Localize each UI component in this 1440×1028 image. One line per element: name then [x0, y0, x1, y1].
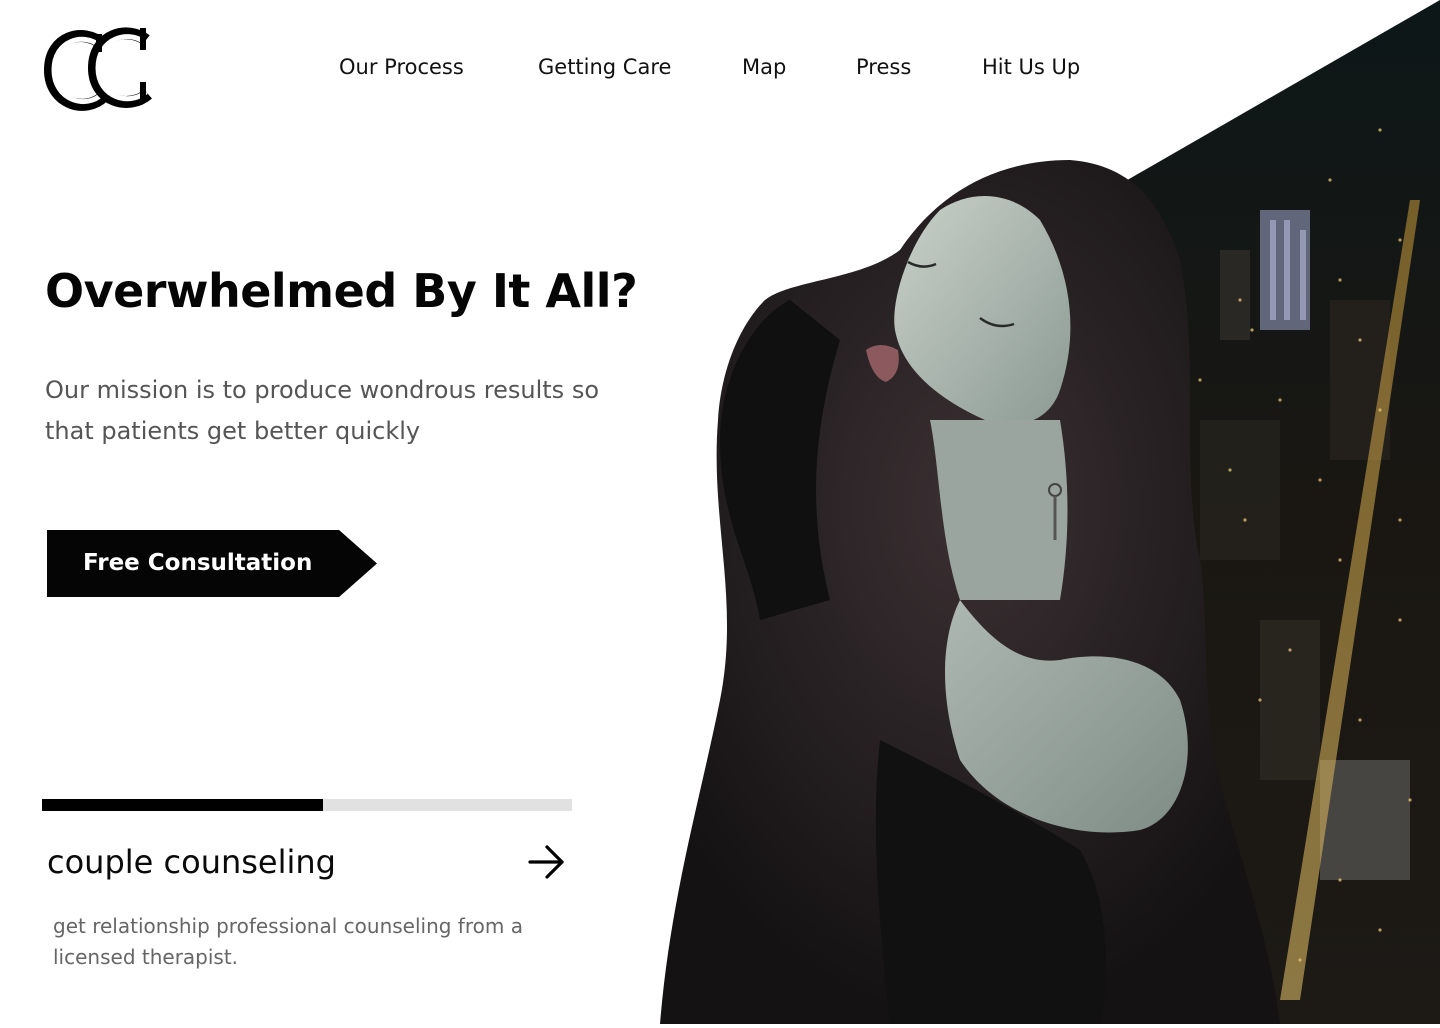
- service-title: couple counseling: [47, 843, 336, 881]
- hero-image: [640, 0, 1440, 1024]
- slider-progress-fill: [42, 799, 323, 811]
- service-description: get relationship professional counseling…: [53, 914, 523, 969]
- slider-progress-track: [42, 799, 572, 811]
- arrow-right-icon: [528, 845, 564, 879]
- free-consultation-button[interactable]: Free Consultation: [47, 530, 377, 597]
- nav-link-our-process[interactable]: Our Process: [339, 50, 464, 84]
- next-slide-button[interactable]: [522, 838, 570, 886]
- free-consultation-label: Free Consultation: [83, 550, 313, 576]
- woman-over-night-city-illustration: [660, 0, 1440, 1024]
- hero-subtitle: Our mission is to produce wondrous resul…: [45, 376, 600, 445]
- hero-title: Overwhelmed By It All?: [45, 264, 638, 318]
